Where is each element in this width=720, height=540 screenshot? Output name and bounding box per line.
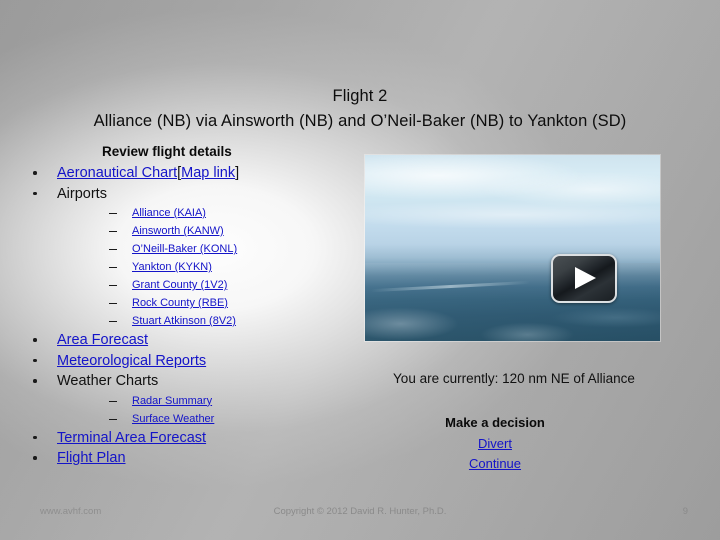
flight-details-list: Review flight details Aeronautical Chart… [14,143,354,469]
link-terminal-area-forecast[interactable]: Terminal Area Forecast [57,430,206,446]
bullet-dash-icon [109,213,117,215]
link-airport-stuart-atkinson[interactable]: Stuart Atkinson (8V2) [132,315,236,327]
link-meteorological-reports[interactable]: Meteorological Reports [57,353,206,369]
link-airport-alliance[interactable]: Alliance (KAIA) [132,207,206,219]
play-icon[interactable] [551,254,617,303]
link-radar-summary[interactable]: Radar Summary [132,395,212,407]
bullet-dot-icon [33,435,37,439]
footer-page-number: 9 [682,506,688,517]
list-item-aeronautical-chart: Aeronautical Chart[Map link] [14,163,354,184]
bullet-dash-icon [109,267,117,269]
bullet-dot-icon [33,379,37,383]
bullet-dash-icon [109,400,117,402]
label-airports: Airports [57,185,107,202]
airports-sublist: Alliance (KAIA) Ainsworth (KANW) O’Neill… [57,204,354,330]
link-airport-grant-county[interactable]: Grant County (1V2) [132,279,227,291]
list-item: Ainsworth (KANW) [57,222,354,240]
link-divert[interactable]: Divert [380,434,610,454]
list-item: Grant County (1V2) [57,276,354,294]
bullet-dash-icon [109,303,117,305]
bullet-dash-icon [109,285,117,287]
list-item-area-forecast: Area Forecast [14,330,354,351]
list-item: Surface Weather [57,410,354,428]
bullet-dash-icon [109,321,117,323]
list-item-flight-plan: Flight Plan [14,448,354,469]
link-aeronautical-chart[interactable]: Aeronautical Chart [57,165,177,181]
list-item: Alliance (KAIA) [57,204,354,222]
review-flight-details-heading: Review flight details [102,144,232,159]
current-position-status: You are currently: 120 nm NE of Alliance [393,371,635,386]
link-airport-rock-county[interactable]: Rock County (RBE) [132,297,228,309]
link-surface-weather[interactable]: Surface Weather [132,413,214,425]
play-triangle-glyph [575,267,596,289]
list-item-terminal-area-forecast: Terminal Area Forecast [14,428,354,449]
label-weather-charts: Weather Charts [57,373,159,389]
video-player[interactable] [365,155,660,341]
bullet-dash-icon [109,231,117,233]
bullet-dash-icon [109,249,117,251]
list-item-weather-charts: Weather Charts Radar Summary Surface Wea… [14,371,354,428]
list-item: Stuart Atkinson (8V2) [57,312,354,330]
list-item-meteorological-reports: Meteorological Reports [14,351,354,372]
weather-charts-sublist: Radar Summary Surface Weather [57,392,354,428]
bullet-dot-icon [33,191,37,195]
list-item: O’Neill-Baker (KONL) [57,240,354,258]
bullet-dot-icon [33,358,37,362]
list-item-airports: Airports Alliance (KAIA) Ainsworth (KANW… [14,184,354,331]
list-item: Radar Summary [57,392,354,410]
slide-canvas: Flight 2 Alliance (NB) via Ainsworth (NB… [0,0,720,540]
title-line-2: Alliance (NB) via Ainsworth (NB) and O’N… [93,112,627,130]
bullet-dot-icon [33,456,37,460]
link-airport-ainsworth[interactable]: Ainsworth (KANW) [132,225,224,237]
list-item: Yankton (KYKN) [57,258,354,276]
decision-heading: Make a decision [445,415,545,430]
decision-block: Make a decision Divert Continue [380,413,610,474]
link-area-forecast[interactable]: Area Forecast [57,332,148,348]
title-line-1: Flight 2 [332,87,388,105]
link-airport-yankton[interactable]: Yankton (KYKN) [132,261,212,273]
list-item: Rock County (RBE) [57,294,354,312]
bracket-close: ] [235,165,240,181]
video-sky-layer [365,155,660,271]
link-airport-oneill-baker[interactable]: O’Neill-Baker (KONL) [132,243,237,255]
link-continue[interactable]: Continue [380,454,610,474]
top-level-list: Aeronautical Chart[Map link] Airports Al… [14,163,354,469]
bullet-dash-icon [109,418,117,420]
page-title: Flight 2 Alliance (NB) via Ainsworth (NB… [36,84,684,134]
bullet-dot-icon [33,338,37,342]
link-map-link[interactable]: Map link [181,165,235,181]
bullet-dot-icon [33,171,37,175]
link-flight-plan[interactable]: Flight Plan [57,450,126,466]
